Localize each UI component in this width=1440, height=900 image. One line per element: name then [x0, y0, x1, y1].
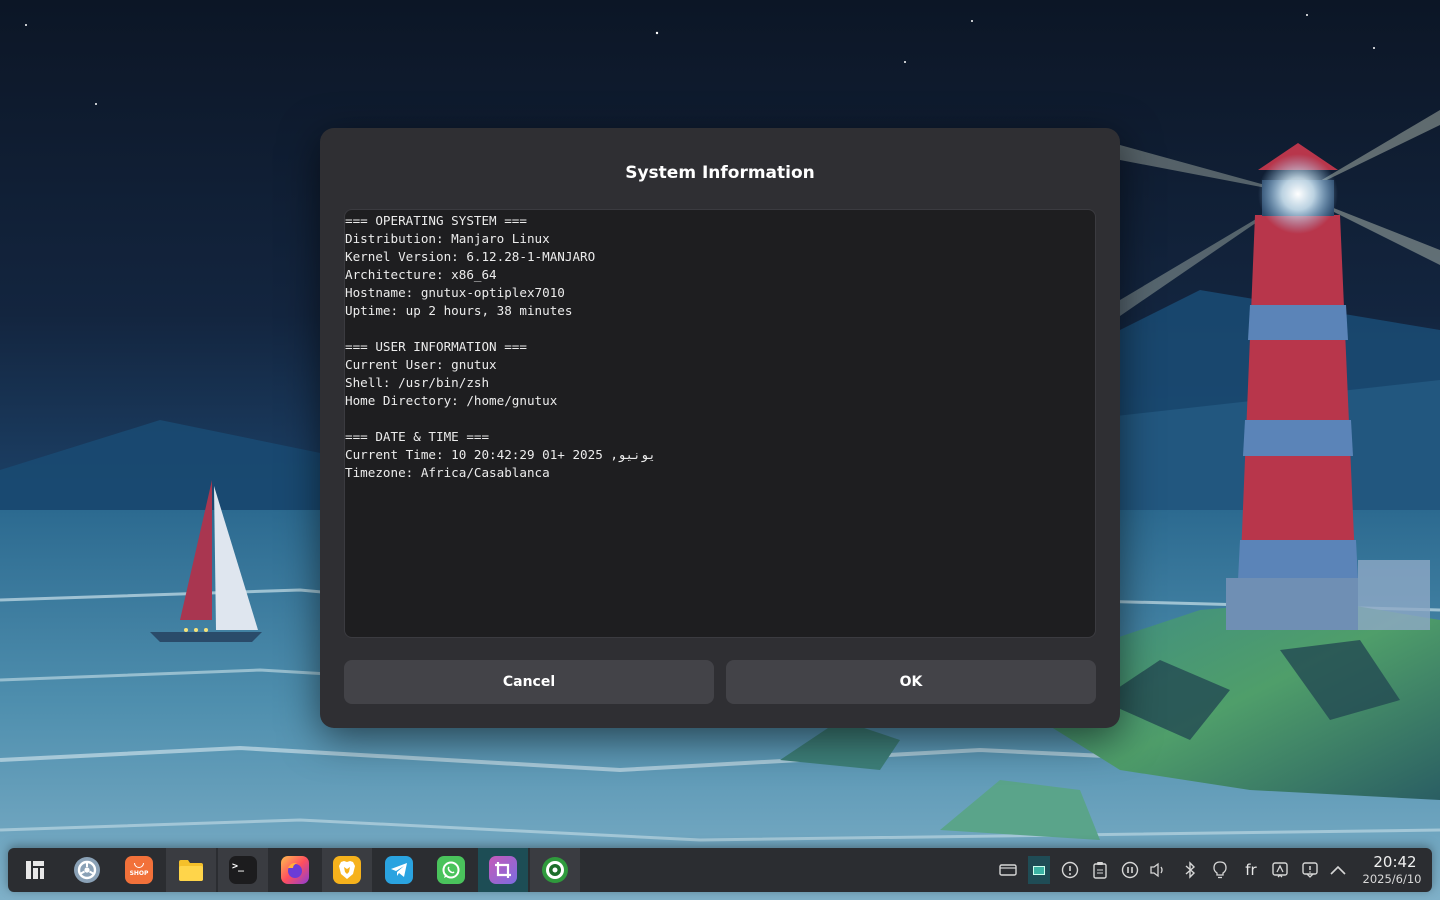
text-line: [345, 320, 1095, 338]
tray-bluetooth-icon[interactable]: [1180, 860, 1200, 880]
taskbar-app-system-info[interactable]: [530, 848, 580, 892]
clock-date[interactable]: 2025/6/10: [1354, 872, 1430, 886]
tray-expand-chevron-icon[interactable]: [1328, 860, 1348, 880]
text-line: Uptime: up 2 hours, 38 minutes: [345, 303, 573, 318]
text-line: === USER INFORMATION ===: [345, 339, 527, 354]
system-info-app-icon: [542, 857, 568, 883]
clock-time[interactable]: 20:42: [1360, 853, 1430, 871]
text-line: Architecture: x86_64: [345, 267, 497, 282]
tray-volume-icon[interactable]: [1148, 860, 1168, 880]
file-manager-icon: [179, 860, 203, 881]
system-info-text-area[interactable]: === OPERATING SYSTEM === Distribution: M…: [344, 209, 1096, 638]
telegram-icon: [385, 856, 413, 884]
text-line: === OPERATING SYSTEM ===: [345, 213, 527, 228]
firefox-icon: [281, 856, 309, 884]
launcher-icon: [26, 861, 44, 879]
text-line: Timezone: Africa/Casablanca: [345, 465, 550, 480]
terminal-icon-label: >_: [232, 861, 245, 872]
text-line: === DATE & TIME ===: [345, 429, 490, 444]
system-settings-icon: [74, 857, 100, 883]
terminal-icon: >_: [229, 856, 257, 884]
taskbar-app-brave[interactable]: [322, 848, 372, 892]
tray-updates-icon[interactable]: [1270, 860, 1290, 880]
taskbar-app-files[interactable]: [166, 848, 216, 892]
tray-window-icon[interactable]: [998, 860, 1018, 880]
taskbar-app-screenshot[interactable]: [478, 848, 528, 892]
tray-keyboard-layout[interactable]: fr: [1240, 860, 1262, 880]
taskbar-app-firefox[interactable]: [270, 848, 320, 892]
tray-notifications-icon[interactable]: [1300, 860, 1320, 880]
whatsapp-icon: [437, 856, 465, 884]
software-store-icon: SHOP: [125, 856, 153, 884]
text-line: Shell: /usr/bin/zsh: [345, 375, 490, 390]
tray-night-light-icon[interactable]: [1210, 860, 1230, 880]
text-line: Hostname: gnutux-optiplex7010: [345, 285, 565, 300]
store-icon-label: SHOP: [129, 870, 149, 877]
ok-button[interactable]: OK: [726, 660, 1096, 704]
taskbar-app-telegram[interactable]: [374, 848, 424, 892]
tray-media-pause-icon[interactable]: [1120, 860, 1140, 880]
text-line: Current User: gnutux: [345, 357, 497, 372]
tray-desktop-pager-icon[interactable]: [1028, 856, 1050, 884]
tray-clipboard-icon[interactable]: [1090, 860, 1110, 880]
app-launcher-button[interactable]: [10, 848, 60, 892]
taskbar-app-settings[interactable]: [62, 848, 112, 892]
text-line: [345, 410, 1095, 428]
text-line: Distribution: Manjaro Linux: [345, 231, 550, 246]
system-information-dialog: System Information === OPERATING SYSTEM …: [320, 128, 1120, 728]
tray-info-icon[interactable]: [1060, 860, 1080, 880]
taskbar-app-whatsapp[interactable]: [426, 848, 476, 892]
taskbar-app-terminal[interactable]: >_: [218, 848, 268, 892]
taskbar: SHOP >_ fr 20:42 2025/6/10: [8, 848, 1432, 892]
text-line: Home Directory: /home/gnutux: [345, 393, 558, 408]
brave-icon: [333, 856, 361, 884]
dialog-title: System Information: [625, 163, 815, 183]
cancel-button[interactable]: Cancel: [344, 660, 714, 704]
text-line: Kernel Version: 6.12.28-1-MANJARO: [345, 249, 596, 264]
taskbar-app-store[interactable]: SHOP: [114, 848, 164, 892]
screenshot-crop-icon: [489, 856, 517, 884]
text-line: Current Time: 10 20:42:29 01+ 2025 ,يوني…: [345, 447, 656, 462]
